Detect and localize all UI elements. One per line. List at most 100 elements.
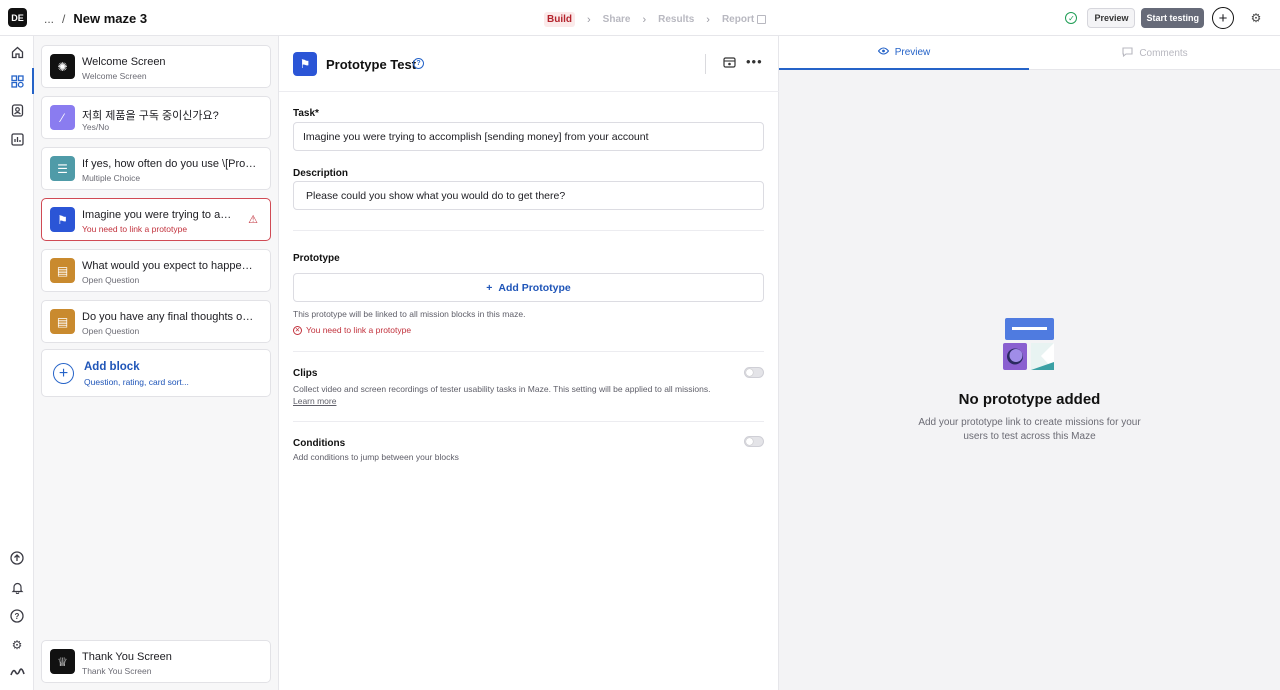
conditions-note: Add conditions to jump between your bloc…: [293, 452, 459, 462]
chart-icon[interactable]: [9, 131, 25, 147]
block-title: Thank You Screen: [82, 651, 172, 663]
step-report[interactable]: Report: [721, 14, 767, 25]
step-navigation: Build › Share › Results › Report: [544, 12, 767, 27]
step-report-label: Report: [721, 14, 755, 25]
conditions-label: Conditions: [293, 438, 346, 449]
tab-comments[interactable]: Comments: [1030, 36, 1280, 70]
blocks-icon[interactable]: [9, 73, 25, 89]
block-yes-no[interactable]: ⁄ 저희 제품을 구독 중이신가요? Yes/No: [41, 96, 271, 139]
flag-icon: ⚑: [50, 207, 75, 232]
maze-logo-icon[interactable]: [9, 664, 25, 680]
chat-icon: ▤: [50, 258, 75, 283]
breadcrumb-separator: /: [62, 11, 66, 26]
settings-icon[interactable]: ⚙: [9, 637, 25, 653]
block-prototype-test[interactable]: ⚑ Imagine you were trying to acco... You…: [41, 198, 271, 241]
block-type: Thank You Screen: [82, 666, 152, 676]
add-block-button[interactable]: + Add block Question, rating, card sort.…: [41, 349, 271, 397]
check-circle-icon: ✓: [1065, 12, 1078, 24]
block-title: If yes, how often do you use \[Product..…: [82, 158, 258, 170]
prototype-label: Prototype: [293, 253, 340, 264]
block-multiple-choice[interactable]: ☰ If yes, how often do you use \[Product…: [41, 147, 271, 190]
task-label: Task*: [293, 108, 319, 119]
preview-pane: Preview Comments No prototype added Add …: [779, 36, 1280, 690]
maze-title[interactable]: New maze 3: [73, 11, 147, 26]
plus-circle-icon: +: [53, 363, 74, 384]
conditions-toggle[interactable]: [744, 436, 764, 447]
step-results[interactable]: Results: [658, 14, 694, 25]
prototype-error-text: You need to link a prototype: [306, 325, 412, 335]
block-title: What would you expect to happen on...: [82, 260, 258, 272]
no-prototype-illustration: [1003, 318, 1054, 370]
divider: [293, 230, 764, 231]
chat-icon: ▤: [50, 309, 75, 334]
clips-label: Clips: [293, 368, 318, 379]
visibility-icon[interactable]: [723, 57, 736, 71]
svg-text:?: ?: [15, 612, 20, 621]
editor-title: Prototype Test: [326, 57, 417, 72]
sun-icon: ✺: [50, 54, 75, 79]
preview-tabs: Preview Comments: [779, 36, 1280, 70]
icon-rail: ? ⚙: [0, 36, 34, 690]
add-prototype-button[interactable]: + Add Prototype: [293, 273, 764, 302]
help-icon[interactable]: ?: [9, 608, 25, 624]
contacts-icon[interactable]: [9, 102, 25, 118]
learn-more-link[interactable]: Learn more: [293, 396, 336, 406]
divider: [293, 421, 764, 422]
breadcrumb: ... / New maze 3: [44, 11, 147, 26]
preview-button[interactable]: Preview: [1087, 8, 1136, 28]
workspace-logo[interactable]: DE: [8, 8, 27, 27]
block-welcome-screen[interactable]: ✺ Welcome Screen Welcome Screen: [41, 45, 271, 88]
block-type: Welcome Screen: [82, 71, 147, 81]
tab-preview-label: Preview: [894, 46, 931, 58]
block-type: Open Question: [82, 275, 140, 285]
tab-preview[interactable]: Preview: [779, 36, 1029, 70]
task-input[interactable]: Imagine you were trying to accomplish [s…: [293, 122, 764, 151]
empty-state-text: Add your prototype link to create missio…: [918, 417, 1141, 442]
flag-icon: ⚑: [293, 52, 317, 76]
upgrade-icon[interactable]: [9, 550, 25, 566]
description-label: Description: [293, 168, 349, 179]
block-title: 저희 제품을 구독 중이신가요?: [82, 110, 219, 122]
step-share[interactable]: Share: [603, 14, 631, 25]
clips-note: Collect video and screen recordings of t…: [293, 384, 711, 394]
breadcrumb-ellipsis[interactable]: ...: [44, 12, 54, 26]
block-thank-you-screen[interactable]: ♕ Thank You Screen Thank You Screen: [41, 640, 271, 683]
empty-state-title: No prototype added: [958, 391, 1101, 408]
gear-icon[interactable]: ⚙: [1246, 8, 1266, 28]
block-editor: ⚑ Prototype Test ? ••• Task* Imagine you…: [279, 36, 779, 690]
more-options-icon[interactable]: •••: [746, 54, 763, 69]
block-list: ✺ Welcome Screen Welcome Screen ⁄ 저희 제품을…: [34, 36, 279, 690]
tab-comments-label: Comments: [1139, 47, 1188, 59]
clips-toggle[interactable]: [744, 367, 764, 378]
prototype-note: This prototype will be linked to all mis…: [293, 309, 526, 319]
description-input[interactable]: Please could you show what you would do …: [293, 181, 764, 210]
eye-icon: [877, 46, 889, 58]
block-type: Open Question: [82, 326, 140, 336]
chevron-right-icon: ›: [642, 13, 647, 26]
home-icon[interactable]: [9, 44, 25, 60]
editor-header: ⚑ Prototype Test ? •••: [279, 36, 779, 92]
top-bar: DE ... / New maze 3 Build › Share › Resu…: [0, 0, 1280, 36]
block-open-question[interactable]: ▤ What would you expect to happen on... …: [41, 249, 271, 292]
trophy-icon: ♕: [50, 649, 75, 674]
step-build[interactable]: Build: [544, 12, 575, 27]
block-title: Do you have any final thoughts on wh...: [82, 311, 258, 323]
yes-no-icon: ⁄: [50, 105, 75, 130]
prototype-error: ✕ You need to link a prototype: [293, 325, 411, 335]
block-title: Welcome Screen: [82, 56, 166, 68]
add-block-label: Add block: [84, 361, 140, 373]
list-icon: ☰: [50, 156, 75, 181]
chevron-right-icon: ›: [706, 13, 710, 26]
block-title: Imagine you were trying to acco...: [82, 209, 232, 221]
header-actions: ✓ Preview Start testing + ⚙: [1065, 7, 1266, 29]
warning-icon: ⚠: [248, 214, 258, 226]
block-error: You need to link a prototype: [82, 224, 188, 234]
plus-icon[interactable]: +: [1212, 7, 1234, 29]
error-circle-icon: ✕: [293, 325, 302, 335]
bell-icon[interactable]: [9, 579, 25, 595]
start-testing-button[interactable]: Start testing: [1141, 8, 1204, 28]
divider: [293, 351, 764, 352]
block-open-question[interactable]: ▤ Do you have any final thoughts on wh..…: [41, 300, 271, 343]
help-icon[interactable]: ?: [413, 58, 424, 69]
block-type: Yes/No: [82, 122, 110, 132]
